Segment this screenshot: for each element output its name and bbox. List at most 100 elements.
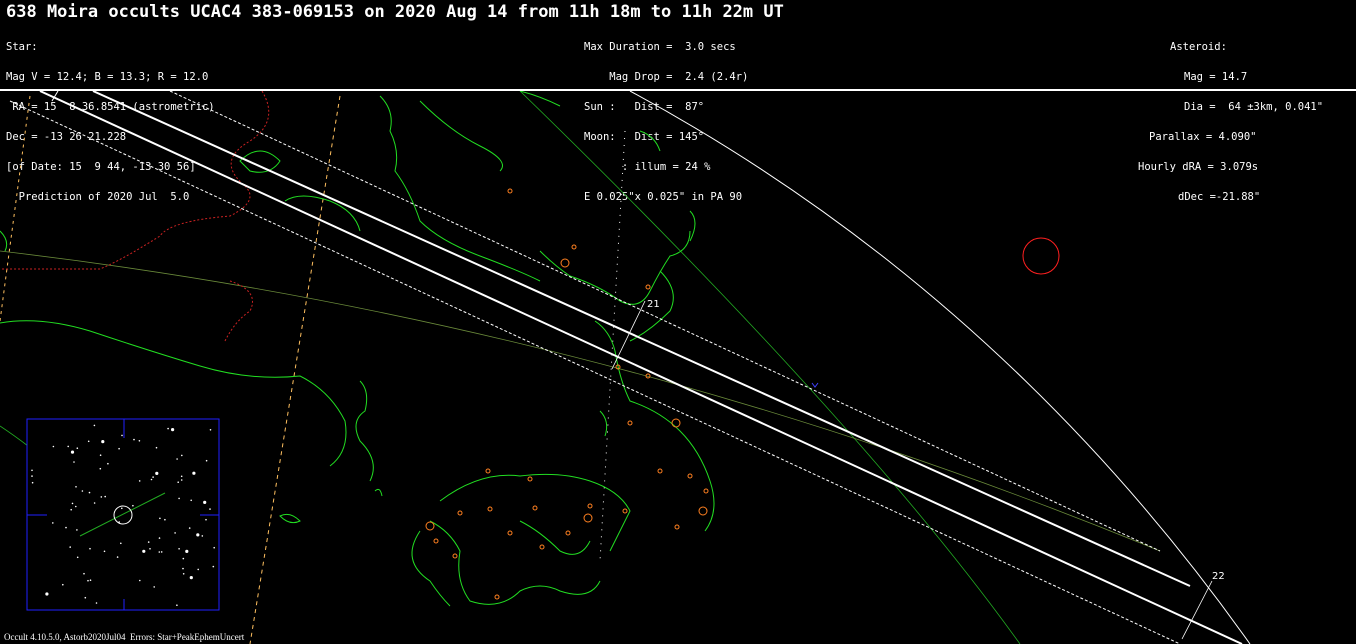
star-info-line: Mag V = 12.4; B = 13.3; R = 12.0 — [6, 71, 209, 83]
field-star — [182, 567, 184, 570]
field-star — [174, 532, 176, 534]
field-star — [164, 518, 166, 521]
field-star — [201, 535, 204, 537]
path-north-edge — [92, 91, 1191, 587]
field-star — [149, 548, 151, 550]
field-star — [52, 445, 55, 448]
field-star — [209, 508, 211, 510]
field-star — [83, 572, 85, 575]
field-star — [84, 596, 87, 599]
software-footer: Occult 4.10.5.0, Astorb2020Jul04 Errors:… — [4, 632, 245, 642]
field-star — [103, 550, 106, 553]
field-star — [70, 450, 75, 454]
field-star — [31, 469, 33, 472]
field-star — [70, 508, 72, 511]
field-star — [93, 424, 96, 427]
field-star — [107, 462, 109, 465]
field-star — [31, 475, 33, 477]
field-star — [142, 549, 146, 553]
field-star — [176, 604, 178, 606]
field-star — [176, 458, 178, 460]
field-star — [150, 478, 153, 481]
field-star — [196, 533, 200, 537]
field-star — [45, 592, 49, 596]
field-star — [81, 490, 84, 492]
field-star — [203, 500, 207, 504]
field-star — [95, 602, 98, 604]
field-star — [120, 542, 122, 545]
earth-limb — [629, 91, 1251, 644]
field-star — [133, 438, 135, 441]
field-star — [101, 440, 105, 444]
field-star — [75, 505, 77, 508]
field-star — [155, 446, 158, 449]
field-star — [76, 447, 79, 450]
meridian-line — [249, 95, 341, 644]
field-star — [89, 579, 92, 581]
field-star — [31, 481, 34, 484]
field-star — [99, 467, 102, 470]
field-star — [93, 502, 96, 504]
field-star — [65, 526, 67, 529]
field-star — [99, 454, 102, 457]
field-star — [118, 521, 120, 523]
field-star — [158, 551, 161, 553]
field-star — [116, 556, 119, 558]
time-tick-22 — [1181, 580, 1213, 640]
event-info-line: Mag Drop = 2.4 (2.4r) — [584, 71, 749, 83]
field-star — [171, 428, 175, 432]
field-star — [192, 471, 196, 475]
field-star — [177, 481, 179, 484]
field-star — [182, 573, 185, 575]
field-star — [178, 497, 180, 500]
path-south-edge — [39, 91, 1243, 644]
field-star — [189, 576, 193, 580]
field-star — [197, 568, 199, 571]
field-star — [121, 434, 123, 437]
field-star — [182, 557, 185, 560]
field-star — [181, 454, 183, 457]
asteroid-info-line: Mag = 14.7 — [1184, 71, 1248, 83]
town-markers — [425, 188, 709, 600]
path-error-limit-north — [169, 91, 1161, 552]
time-label-22: 22 — [1212, 571, 1225, 582]
field-star — [190, 499, 192, 502]
field-star — [153, 586, 155, 588]
field-star — [62, 583, 64, 586]
event-title: 638 Moira occults UCAC4 383-069153 on 20… — [6, 2, 784, 22]
field-star — [67, 445, 69, 448]
field-star — [212, 565, 215, 568]
occultation-map[interactable]: 21 22 — [0, 91, 1356, 644]
field-star — [178, 548, 180, 550]
field-star — [155, 471, 159, 475]
graticule-line — [519, 91, 1021, 644]
field-star — [147, 541, 150, 543]
field-star — [71, 502, 74, 505]
field-star — [138, 480, 141, 482]
field-star — [76, 556, 79, 559]
field-star — [118, 447, 120, 450]
field-star — [152, 476, 154, 478]
field-star — [159, 517, 161, 520]
field-star — [69, 546, 71, 548]
field-star — [209, 429, 212, 431]
field-star — [167, 427, 169, 430]
field-star — [87, 440, 90, 443]
country-border — [0, 91, 270, 270]
field-star — [100, 496, 103, 498]
sun-position-circle — [1022, 237, 1060, 275]
field-star — [160, 551, 163, 553]
field-star — [185, 549, 189, 553]
field-star — [213, 546, 215, 549]
field-star — [121, 507, 123, 510]
field-star — [180, 479, 183, 481]
field-star — [205, 459, 208, 462]
sub-star-marker — [811, 382, 819, 388]
field-star — [180, 475, 183, 478]
field-star — [158, 537, 161, 539]
time-label-21: 21 — [647, 299, 660, 310]
field-star — [75, 486, 77, 488]
field-star — [89, 547, 91, 550]
field-star — [87, 579, 89, 582]
field-star — [76, 529, 78, 531]
